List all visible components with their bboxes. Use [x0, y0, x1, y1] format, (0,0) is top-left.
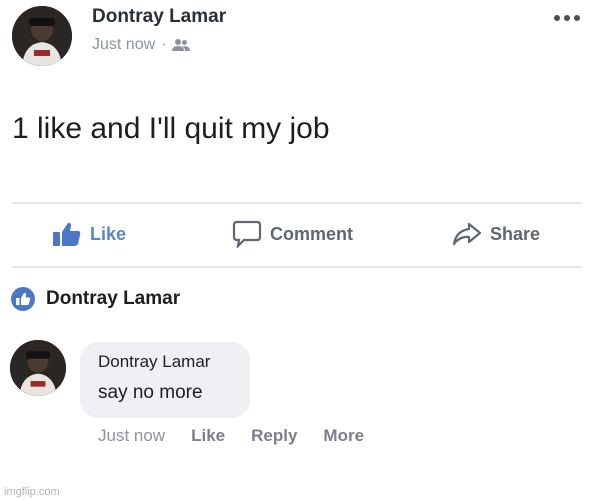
post-author-avatar[interactable]	[12, 6, 72, 66]
avatar-image	[10, 340, 66, 396]
like-button[interactable]: Like	[52, 218, 126, 250]
comment-icon	[232, 220, 262, 248]
action-bar-divider-top	[12, 202, 582, 204]
comment-reply-link[interactable]: Reply	[251, 426, 297, 446]
comment-bubble: Dontray Lamar say no more	[80, 342, 250, 418]
share-icon	[452, 221, 482, 247]
friends-icon[interactable]	[172, 38, 191, 52]
watermark: imgflip.com	[4, 486, 60, 498]
comment-author-avatar[interactable]	[10, 340, 66, 396]
action-bar-divider-bottom	[12, 266, 582, 268]
share-button[interactable]: Share	[452, 218, 540, 250]
comment-like-link[interactable]: Like	[191, 426, 225, 446]
share-label: Share	[490, 223, 541, 244]
post-text: 1 like and I'll quit my job	[12, 112, 330, 145]
comment-button[interactable]: Comment	[232, 218, 353, 250]
comment-text: say no more	[98, 382, 203, 403]
post-meta: Just now ·	[92, 36, 191, 54]
more-options-icon[interactable]	[551, 6, 583, 30]
thumbs-up-icon	[52, 221, 82, 247]
like-badge-icon	[10, 286, 36, 312]
comment-timestamp[interactable]: Just now	[98, 426, 165, 446]
like-label: Like	[90, 223, 127, 244]
comment-actions: Just now Like Reply More	[98, 426, 390, 446]
avatar-image	[12, 6, 72, 66]
post-timestamp[interactable]: Just now	[92, 36, 155, 54]
comment-author-name[interactable]: Dontray Lamar	[98, 352, 210, 372]
reacted-by-row[interactable]: Dontray Lamar	[10, 284, 180, 314]
reacted-by-name: Dontray Lamar	[46, 288, 181, 309]
comment-label: Comment	[270, 223, 354, 244]
post-author-name[interactable]: Dontray Lamar	[92, 6, 226, 28]
facebook-post: Dontray Lamar Just now · 1 like and I'll…	[0, 0, 615, 500]
meta-separator: ·	[161, 36, 167, 53]
comment-more-link[interactable]: More	[323, 426, 364, 446]
